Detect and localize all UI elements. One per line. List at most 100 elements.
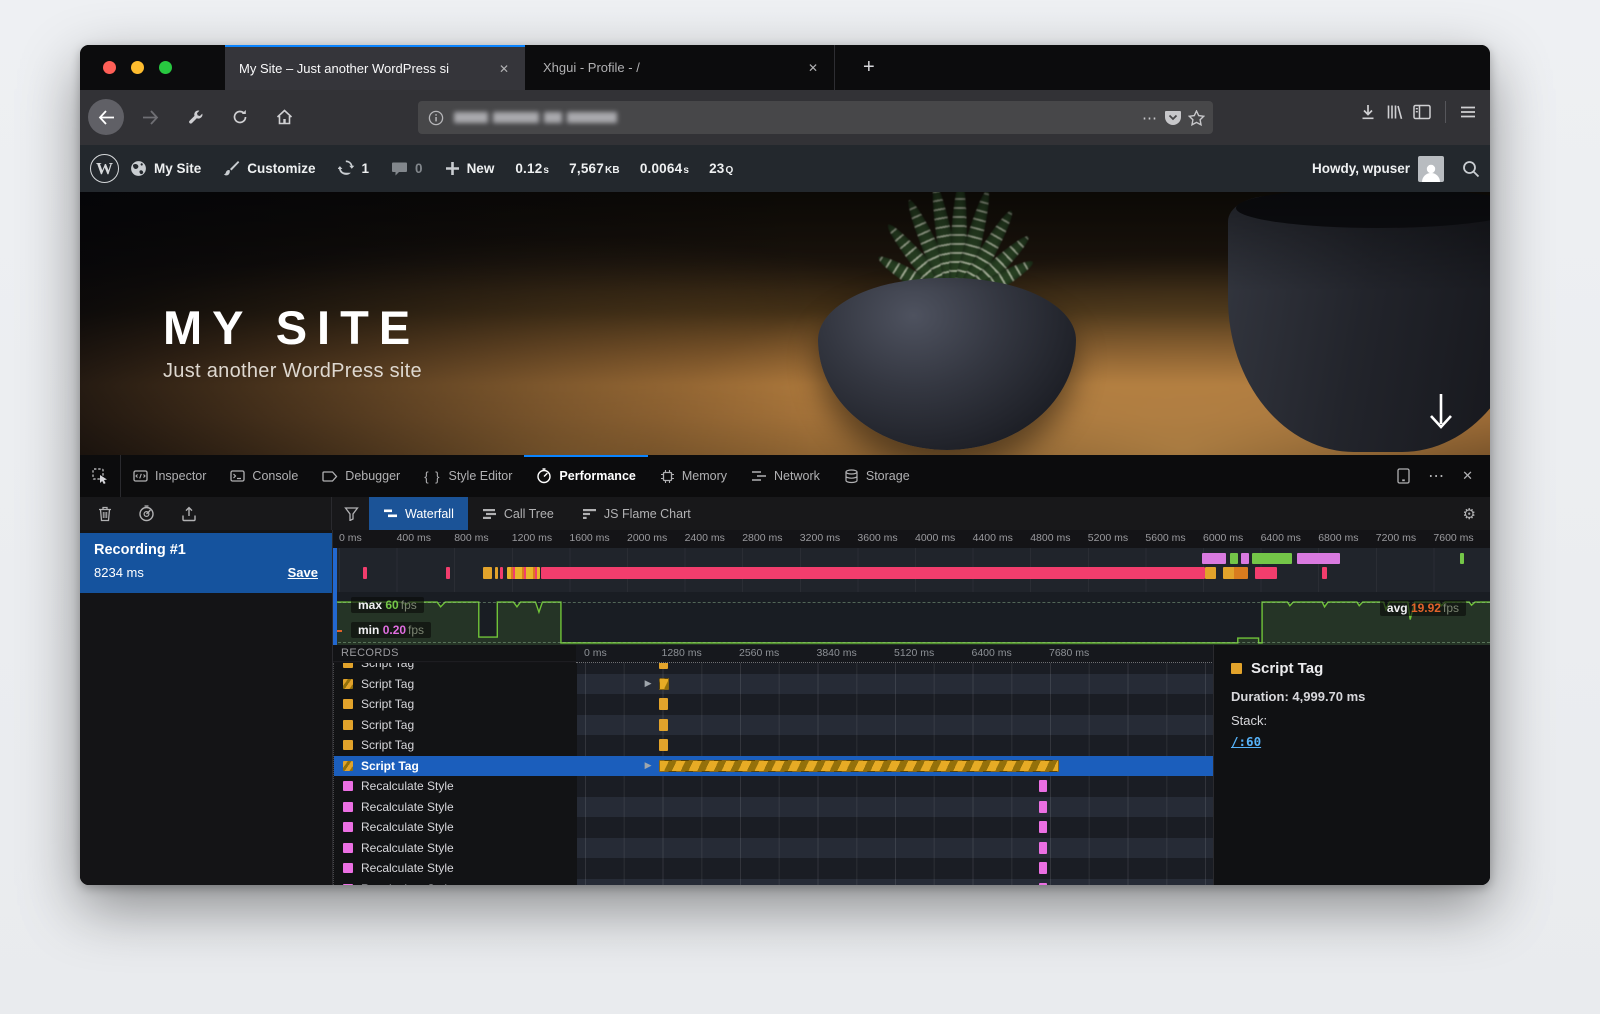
overview-ruler-tick: 2000 ms [627,532,667,544]
record-row[interactable]: Recalculate Style [334,817,1215,838]
url-bar[interactable]: ⋯ [418,101,1213,134]
call-tree-icon [482,508,497,520]
close-icon[interactable]: ✕ [493,59,515,79]
overview-ruler-tick: 2400 ms [685,532,725,544]
records-header: RECORDS [333,645,576,662]
import-recording-icon[interactable] [181,506,197,522]
updates-icon [338,160,355,177]
comments-bubble-icon [391,161,408,177]
view-call-tree-button[interactable]: Call Tree [468,497,568,530]
record-label-cell: Recalculate Style [334,858,577,879]
record-row[interactable]: Script Tag▶ [334,756,1215,777]
close-window-button[interactable] [103,61,116,74]
sidebar-toggle-icon[interactable] [1413,104,1431,120]
tab-storage[interactable]: Storage [832,455,922,497]
tab-xhgui[interactable]: Xhgui - Profile - / ✕ [525,45,835,90]
scroll-down-arrow[interactable] [1428,392,1454,430]
home-button[interactable] [268,101,300,133]
pick-element-icon[interactable] [80,455,121,497]
site-info-icon[interactable] [428,110,444,126]
script-marker-square-icon [343,663,353,668]
overview-selection-edge[interactable] [333,548,337,645]
record-row[interactable]: Recalculate Style [334,797,1215,818]
adminbar-customize[interactable]: Customize [212,145,326,192]
new-tab-button[interactable]: + [855,54,883,81]
tab-inspector[interactable]: Inspector [121,455,218,497]
tab-style-editor[interactable]: { } Style Editor [412,455,524,497]
record-label-cell: Recalculate Style [334,817,577,838]
adminbar-new[interactable]: New [434,145,506,192]
stat-query-time: 0.0064s [630,161,699,176]
overview-markers-row [333,553,1490,564]
search-icon[interactable] [1462,160,1480,178]
record-timeline-cell [577,715,1215,736]
record-label: Script Tag [361,677,414,691]
record-label: Recalculate Style [361,882,454,885]
adminbar-updates[interactable]: 1 [327,145,381,192]
avatar[interactable] [1418,156,1444,182]
gear-icon[interactable]: ⚙ [1463,505,1476,523]
adminbar-comments[interactable]: 0 [380,145,434,192]
responsive-design-mode-icon[interactable] [1390,464,1417,488]
overview-ruler-tick: 7600 ms [1433,532,1473,544]
record-row[interactable]: Script Tag [334,694,1215,715]
record-row[interactable]: Recalculate Style [334,776,1215,797]
downloads-icon[interactable] [1360,104,1376,120]
site-title: MY SITE [163,300,420,355]
overview-strip[interactable] [333,548,1490,592]
record-row[interactable]: Script Tag [334,715,1215,736]
devtools-meatball-menu-icon[interactable]: ⋯ [1421,462,1451,490]
style-marker-square-icon [343,843,353,853]
performance-toolbar: Waterfall Call Tree JS Flame Chart ⚙ [80,497,1490,531]
tab-my-site[interactable]: My Site – Just another WordPress si ✕ [225,45,525,90]
howdy-account[interactable]: Howdy, wpuser [1312,161,1410,176]
page-actions-icon[interactable]: ⋯ [1142,109,1158,127]
start-recording-icon[interactable] [138,505,155,522]
wrench-icon[interactable] [180,101,212,133]
fps-max-label: max 60fps [351,597,424,613]
filter-icon[interactable] [344,506,359,521]
minimize-window-button[interactable] [131,61,144,74]
record-row[interactable]: Script Tag [334,735,1215,756]
tab-network[interactable]: Network [739,455,832,497]
devtools-close-icon[interactable]: ✕ [1455,464,1480,488]
site-hero: MY SITE Just another WordPress site [80,192,1490,455]
overview-activity-segment [541,567,1205,579]
view-js-flame-chart-button[interactable]: JS Flame Chart [568,497,705,530]
recording-item[interactable]: Recording #1 8234 ms Save [80,533,332,593]
record-row[interactable]: Script Tag ▶ [334,674,1215,695]
expand-triangle-icon[interactable]: ▶ [645,760,652,771]
detail-ruler-tick: 7680 ms [1049,647,1089,659]
stack-frame-link[interactable]: /:60 [1231,734,1490,749]
record-row[interactable]: Recalculate Style [334,838,1215,859]
close-icon[interactable]: ✕ [802,58,824,78]
pocket-icon[interactable] [1164,109,1182,126]
forward-button[interactable] [134,101,166,133]
tab-memory[interactable]: Memory [648,455,739,497]
save-recording-link[interactable]: Save [288,565,318,580]
overview-ruler-tick: 2800 ms [742,532,782,544]
menu-hamburger-icon[interactable] [1460,105,1476,119]
record-label-cell: Script Tag [334,715,577,736]
record-timeline-cell [577,735,1215,756]
tab-performance[interactable]: Performance [524,455,647,497]
record-row[interactable]: Recalculate Style [334,858,1215,879]
adminbar-my-site[interactable]: My Site [119,145,212,192]
record-row[interactable]: Script Tag [334,663,1215,674]
waterfall-bar [659,678,669,690]
view-waterfall-button[interactable]: Waterfall [369,497,468,530]
tab-console[interactable]: Console [218,455,310,497]
record-row[interactable]: Recalculate Style [334,879,1215,886]
memory-icon [660,469,675,484]
back-button[interactable] [88,99,124,135]
expand-triangle-icon[interactable]: ▶ [645,678,652,689]
site-tagline: Just another WordPress site [163,360,422,383]
tab-debugger[interactable]: Debugger [310,455,412,497]
clear-recordings-icon[interactable] [98,506,112,522]
bookmark-star-icon[interactable] [1188,110,1205,126]
reload-button[interactable] [224,101,256,133]
library-icon[interactable] [1386,104,1403,120]
zoom-window-button[interactable] [159,61,172,74]
wordpress-logo-icon[interactable]: W [90,154,119,183]
framerate-graph[interactable]: max 60fps min 0.20fps avg 19.92fps [333,592,1490,646]
